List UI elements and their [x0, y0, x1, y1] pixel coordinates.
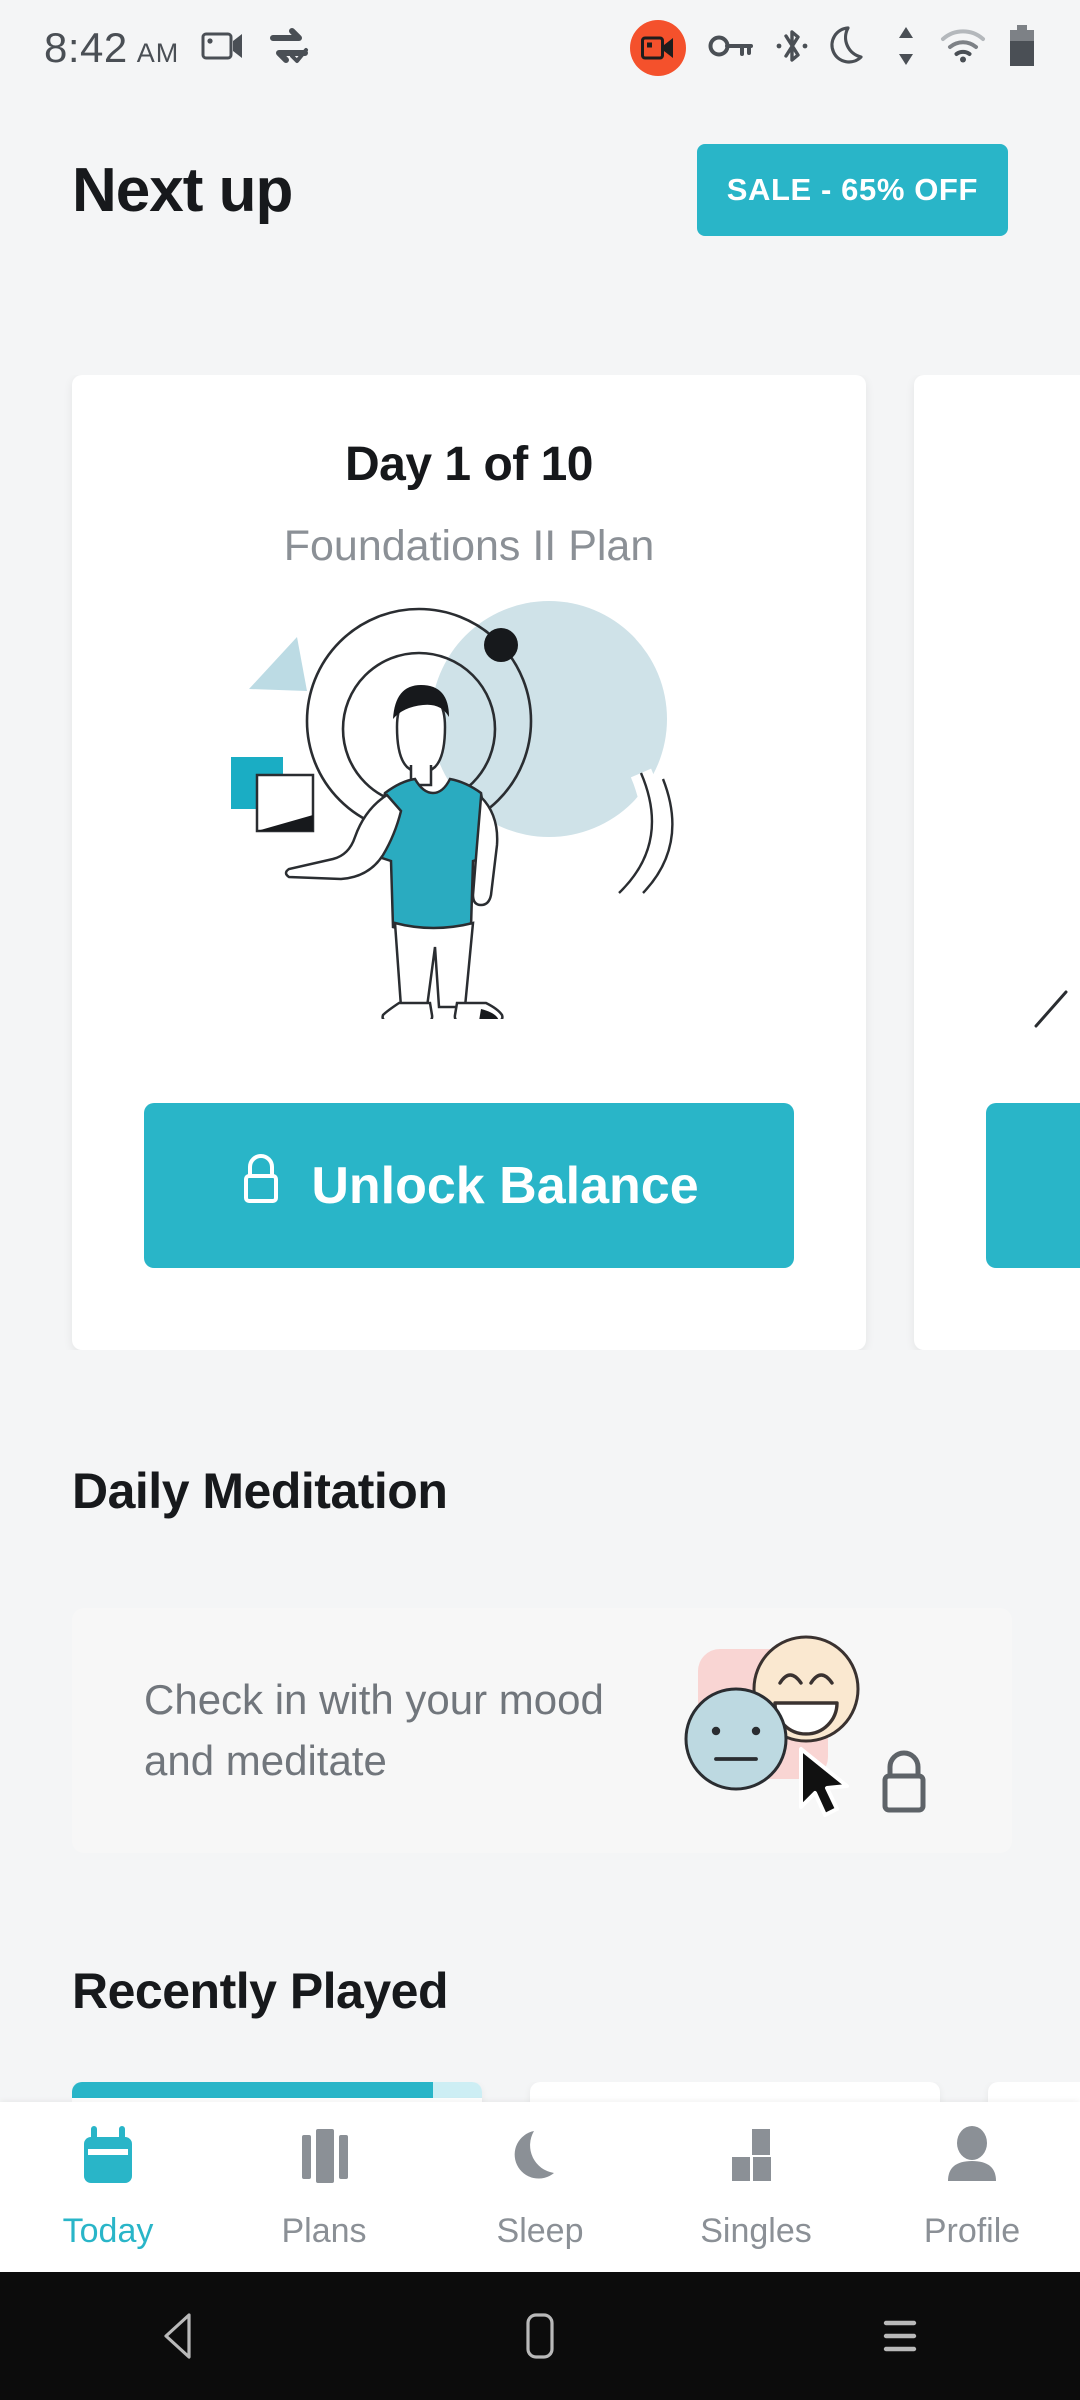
- status-bar-right: [630, 20, 1036, 76]
- nav-label-profile: Profile: [923, 2212, 1021, 2250]
- mouse-cursor: [799, 1747, 849, 1817]
- nav-label-sleep: Sleep: [496, 2212, 584, 2250]
- plan-card[interactable]: Day 1 of 10 Foundations II Plan Unlock B…: [72, 375, 866, 1350]
- screen-record-icon: [201, 28, 245, 69]
- recording-badge-icon: [630, 20, 686, 76]
- status-bar-clock: 8:42 AM: [44, 24, 179, 72]
- nav-label-plans: Plans: [281, 2212, 367, 2250]
- unlock-balance-label: Unlock Balance: [311, 1156, 699, 1215]
- nav-item-sleep[interactable]: Sleep: [432, 2123, 648, 2251]
- lock-icon: [882, 1750, 926, 1812]
- recently-played-title: Recently Played: [72, 1963, 449, 2019]
- nav-label-singles: Singles: [700, 2212, 812, 2250]
- home-rect-icon[interactable]: [480, 2310, 600, 2362]
- nav-item-profile[interactable]: Profile: [864, 2123, 1080, 2251]
- unlock-next-button[interactable]: [986, 1103, 1080, 1268]
- nav-label-today: Today: [62, 2212, 154, 2250]
- columns-icon: [290, 2123, 358, 2196]
- clock-time: 8:42: [44, 24, 128, 71]
- moon-icon: [506, 2123, 574, 2196]
- status-bar-left: 8:42 AM: [44, 24, 311, 72]
- plan-name-label: Foundations II Plan: [283, 522, 655, 570]
- data-saver-check-icon: [267, 27, 311, 70]
- recents-lines-icon[interactable]: [840, 2313, 960, 2359]
- plan-card-next[interactable]: [914, 375, 1080, 1350]
- android-system-nav: [0, 2272, 1080, 2400]
- battery-icon: [1008, 24, 1036, 73]
- lock-icon: [239, 1152, 283, 1219]
- blocks-icon: [722, 2123, 790, 2196]
- nav-item-singles[interactable]: Singles: [648, 2123, 864, 2251]
- status-bar: 8:42 AM: [0, 0, 1080, 96]
- vpn-key-icon: [708, 32, 754, 65]
- back-triangle-icon[interactable]: [120, 2311, 240, 2361]
- clock-ampm: AM: [136, 38, 180, 68]
- daily-meditation-card[interactable]: Check in with your mood and meditate: [72, 1608, 1012, 1853]
- daily-meditation-text: Check in with your mood and meditate: [144, 1675, 604, 1784]
- peek-illustration-stroke: [1034, 990, 1068, 1028]
- nav-item-plans[interactable]: Plans: [216, 2123, 432, 2251]
- nav-item-today[interactable]: Today: [0, 2123, 216, 2251]
- plan-day-label: Day 1 of 10: [345, 438, 593, 491]
- data-transfer-icon: [894, 25, 918, 72]
- do-not-disturb-moon-icon: [830, 24, 872, 73]
- bottom-navigation: Today Plans Sleep Singles Profile: [0, 2102, 1080, 2272]
- progress-fill: [72, 2082, 433, 2098]
- sale-button[interactable]: SALE - 65% OFF: [696, 144, 1008, 236]
- app-header: Next up SALE - 65% OFF: [0, 96, 1080, 284]
- progress-track: [72, 2082, 482, 2098]
- page-title: Next up: [72, 155, 293, 225]
- unlock-balance-button[interactable]: Unlock Balance: [144, 1103, 794, 1268]
- calendar-icon: [74, 2123, 142, 2196]
- person-icon: [938, 2123, 1006, 2196]
- app-screen: 8:42 AM Next up SALE - 65% OFF Day 1 of …: [0, 0, 1080, 2400]
- next-up-carousel[interactable]: Day 1 of 10 Foundations II Plan Unlock B…: [0, 375, 1080, 1350]
- wifi-icon: [940, 28, 986, 69]
- daily-meditation-title: Daily Meditation: [72, 1463, 448, 1519]
- bluetooth-icon: [776, 26, 808, 71]
- meditation-person-illustration: [231, 601, 674, 1019]
